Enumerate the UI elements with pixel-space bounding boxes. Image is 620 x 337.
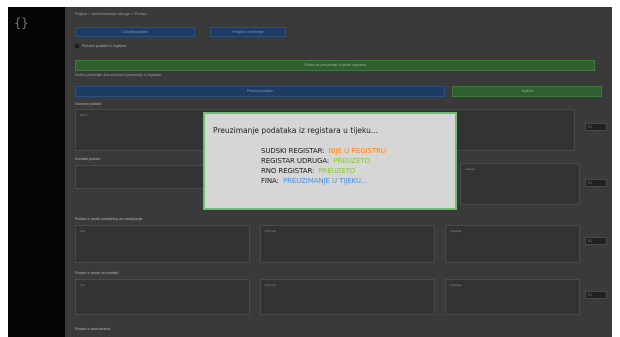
- register-row: SUDSKI REGISTAR: NIJE U REGISTRU: [261, 147, 386, 155]
- register-status: PREUZETO: [333, 157, 371, 165]
- registry-progress-dialog: Preuzimanje podataka iz registara u tije…: [203, 112, 457, 210]
- register-name: RNO REGISTAR:: [261, 167, 315, 175]
- dialog-title: Preuzimanje podataka iz registara u tije…: [213, 126, 379, 135]
- register-row: REGISTAR UDRUGA: PREUZETO: [261, 157, 370, 165]
- register-name: REGISTAR UDRUGA:: [261, 157, 330, 165]
- register-row: FINA: PREUZIMANJE U TIJEKU...: [261, 177, 367, 185]
- register-status: PREUZIMANJE U TIJEKU...: [283, 177, 368, 185]
- register-row: RNO REGISTAR: PREUZETO: [261, 167, 355, 175]
- register-status: PREUZETO: [318, 167, 356, 175]
- register-name: SUDSKI REGISTAR:: [261, 147, 325, 155]
- register-status: NIJE U REGISTRU: [328, 147, 386, 155]
- modal-overlay: Preuzimanje podataka iz registara u tije…: [0, 0, 620, 337]
- register-name: FINA:: [261, 177, 279, 185]
